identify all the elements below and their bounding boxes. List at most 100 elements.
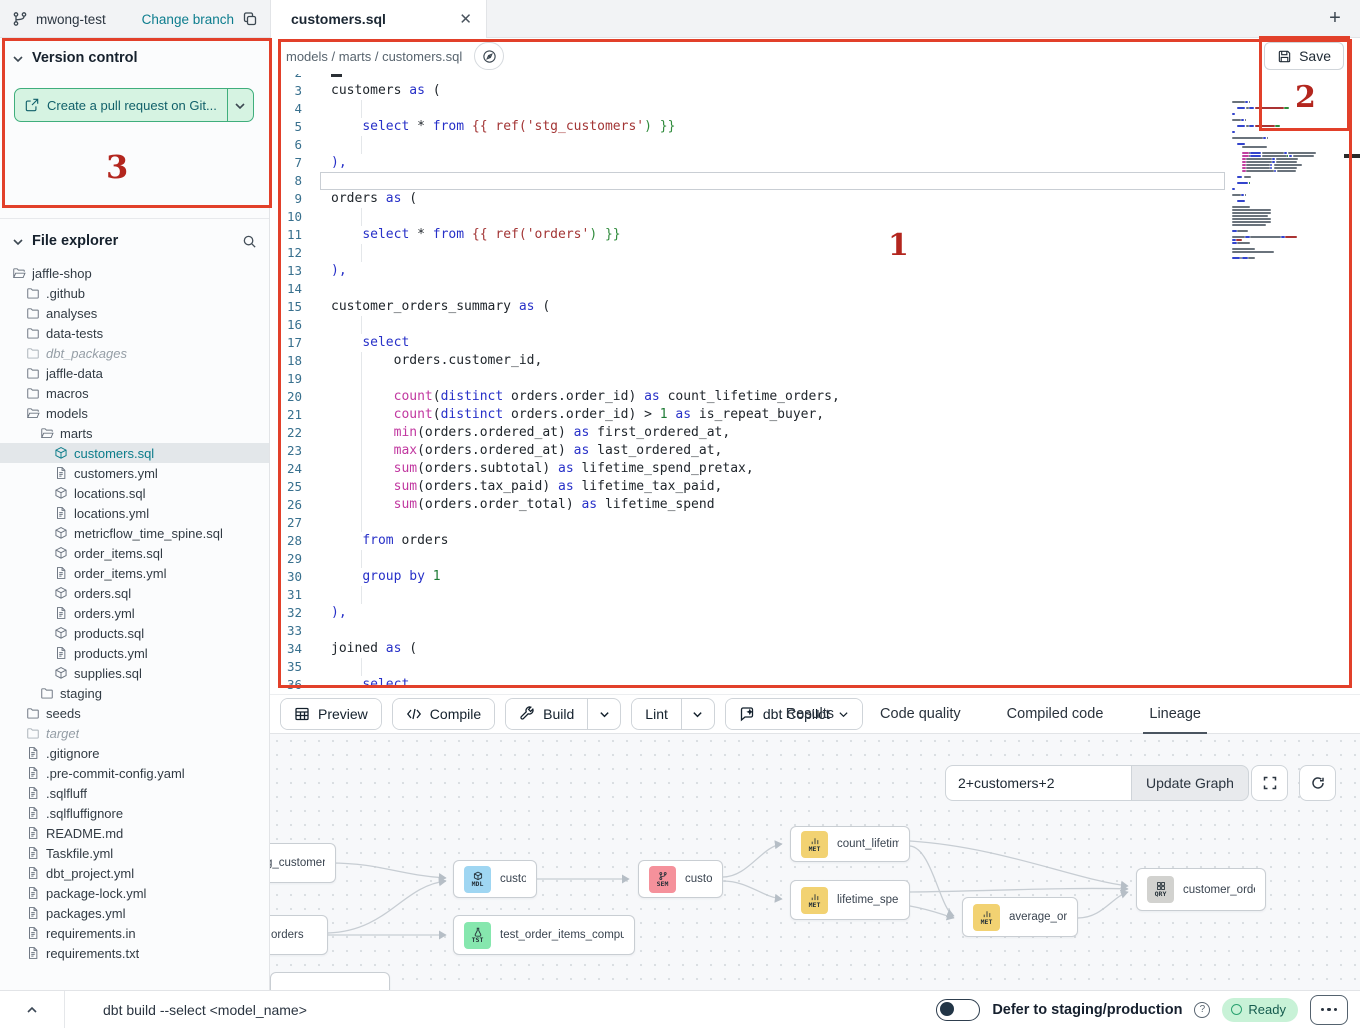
tree-item-target[interactable]: target [0, 723, 269, 743]
version-control-header[interactable]: Version control [0, 38, 269, 74]
code-line-2[interactable]: 2 [270, 74, 1360, 82]
tree-item--sqlfluff[interactable]: .sqlfluff [0, 783, 269, 803]
file-explorer-header[interactable]: File explorer [0, 219, 269, 257]
defer-toggle[interactable] [936, 999, 980, 1021]
code-line-17[interactable]: 17 select [270, 334, 1360, 352]
lineage-panel[interactable]: MDLstg_customers MDLorders MDLcustomers TST… [270, 734, 1360, 990]
tree-item-supplies-sql[interactable]: supplies.sql [0, 663, 269, 683]
tree-item-jaffle-shop[interactable]: jaffle-shop [0, 263, 269, 283]
tree-item-analyses[interactable]: analyses [0, 303, 269, 323]
code-line-9[interactable]: 9orders as ( [270, 190, 1360, 208]
tree-item-packages-yml[interactable]: packages.yml [0, 903, 269, 923]
tree-item--sqlfluffignore[interactable]: .sqlfluffignore [0, 803, 269, 823]
code-line-5[interactable]: 5 select * from {{ ref('stg_customers') … [270, 118, 1360, 136]
code-line-20[interactable]: 20 count(distinct orders.order_id) as co… [270, 388, 1360, 406]
tree-item-dbt-project-yml[interactable]: dbt_project.yml [0, 863, 269, 883]
code-line-14[interactable]: 14 [270, 280, 1360, 298]
more-options-button[interactable] [1310, 995, 1348, 1025]
code-line-31[interactable]: 31 [270, 586, 1360, 604]
code-line-30[interactable]: 30 group by 1 [270, 568, 1360, 586]
code-line-33[interactable]: 33 [270, 622, 1360, 640]
code-line-25[interactable]: 25 sum(orders.tax_paid) as lifetime_tax_… [270, 478, 1360, 496]
tree-item-metricflow-time-spine-sql[interactable]: metricflow_time_spine.sql [0, 523, 269, 543]
code-line-32[interactable]: 32), [270, 604, 1360, 622]
create-pull-request-main[interactable]: Create a pull request on Git... [15, 89, 228, 121]
code-line-18[interactable]: 18 orders.customer_id, [270, 352, 1360, 370]
code-line-21[interactable]: 21 count(distinct orders.order_id) > 1 a… [270, 406, 1360, 424]
tree-item-products-yml[interactable]: products.yml [0, 643, 269, 663]
tree-item-dbt-packages[interactable]: dbt_packages [0, 343, 269, 363]
code-line-15[interactable]: 15customer_orders_summary as ( [270, 298, 1360, 316]
code-line-13[interactable]: 13), [270, 262, 1360, 280]
lineage-selector-input[interactable] [945, 765, 1131, 801]
tree-item-jaffle-data[interactable]: jaffle-data [0, 363, 269, 383]
code-line-4[interactable]: 4 [270, 100, 1360, 118]
change-branch-link[interactable]: Change branch [142, 12, 234, 27]
code-line-3[interactable]: 3customers as ( [270, 82, 1360, 100]
code-line-23[interactable]: 23 max(orders.ordered_at) as last_ordere… [270, 442, 1360, 460]
tree-item-readme-md[interactable]: README.md [0, 823, 269, 843]
code-line-19[interactable]: 19 [270, 370, 1360, 388]
tree-item-models[interactable]: models [0, 403, 269, 423]
code-line-11[interactable]: 11 select * from {{ ref('orders') }} [270, 226, 1360, 244]
code-line-35[interactable]: 35 [270, 658, 1360, 676]
lineage-node-customers_mdl[interactable]: MDLcustomers [453, 860, 537, 898]
tree-item--github[interactable]: .github [0, 283, 269, 303]
code-line-22[interactable]: 22 min(orders.ordered_at) as first_order… [270, 424, 1360, 442]
code-line-29[interactable]: 29 [270, 550, 1360, 568]
tab-close-icon[interactable]: ✕ [459, 12, 472, 27]
tree-item-taskfile-yml[interactable]: Taskfile.yml [0, 843, 269, 863]
update-graph-button[interactable]: Update Graph [1131, 765, 1249, 801]
copy-icon[interactable] [242, 11, 258, 27]
search-icon[interactable] [242, 234, 257, 249]
tree-item-customers-yml[interactable]: customers.yml [0, 463, 269, 483]
tree-item-macros[interactable]: macros [0, 383, 269, 403]
build-button[interactable]: Build [506, 699, 587, 729]
tree-item-requirements-in[interactable]: requirements.in [0, 923, 269, 943]
tab-customers-sql[interactable]: customers.sql ✕ [270, 0, 487, 38]
code-line-27[interactable]: 27 [270, 514, 1360, 532]
code-line-28[interactable]: 28 from orders [270, 532, 1360, 550]
editor-pane[interactable]: models / marts / customers.sql Save 23cu… [270, 38, 1360, 694]
tree-item-order-items-yml[interactable]: order_items.yml [0, 563, 269, 583]
explore-docs-button[interactable] [474, 42, 504, 70]
lint-dropdown-caret[interactable] [682, 699, 714, 729]
tree-item-orders-yml[interactable]: orders.yml [0, 603, 269, 623]
lineage-node-orders_src[interactable]: MDLorders [270, 915, 328, 955]
tree-item-locations-sql[interactable]: locations.sql [0, 483, 269, 503]
code-line-12[interactable]: 12 [270, 244, 1360, 262]
code-line-10[interactable]: 10 [270, 208, 1360, 226]
fullscreen-button[interactable] [1251, 765, 1288, 801]
lineage-node-average_order_value[interactable]: METaverage_order_value [962, 897, 1078, 937]
code-line-36[interactable]: 36 select [270, 676, 1360, 694]
cli-command[interactable]: dbt build --select <model_name> [103, 1002, 307, 1018]
tree-item-locations-yml[interactable]: locations.yml [0, 503, 269, 523]
code-line-8[interactable]: 8 [270, 172, 1360, 190]
tab-results[interactable]: Results [780, 695, 840, 735]
tree-item-requirements-txt[interactable]: requirements.txt [0, 943, 269, 963]
lineage-node-partial_bottom[interactable] [270, 972, 390, 990]
compile-button[interactable]: Compile [392, 698, 495, 730]
code-line-24[interactable]: 24 sum(orders.subtotal) as lifetime_spen… [270, 460, 1360, 478]
save-button[interactable]: Save [1264, 42, 1344, 70]
chevron-up-icon[interactable] [24, 1002, 40, 1018]
lineage-node-customer_order_metrics[interactable]: QRYcustomer_order_metrics [1136, 868, 1266, 911]
lineage-node-lifetime_spend_pretax[interactable]: METlifetime_spend_pretax [790, 880, 910, 920]
lineage-node-count_lifetime_orders[interactable]: METcount_lifetime_orders [790, 826, 910, 862]
preview-button[interactable]: Preview [280, 698, 382, 730]
tree-item-customers-sql[interactable]: customers.sql [0, 443, 269, 463]
tree-item-orders-sql[interactable]: orders.sql [0, 583, 269, 603]
code-line-26[interactable]: 26 sum(orders.order_total) as lifetime_s… [270, 496, 1360, 514]
tab-code-quality[interactable]: Code quality [874, 695, 967, 735]
lineage-node-test_bools[interactable]: TSTtest_order_items_compute_to_bools... [453, 915, 635, 955]
refresh-button[interactable] [1299, 765, 1336, 801]
tree-item-data-tests[interactable]: data-tests [0, 323, 269, 343]
tree-item--gitignore[interactable]: .gitignore [0, 743, 269, 763]
code-line-16[interactable]: 16 [270, 316, 1360, 334]
lineage-node-stg_customers[interactable]: MDLstg_customers [270, 843, 336, 883]
lint-button[interactable]: Lint [632, 699, 681, 729]
tree-item-products-sql[interactable]: products.sql [0, 623, 269, 643]
tree-item-order-items-sql[interactable]: order_items.sql [0, 543, 269, 563]
new-tab-button[interactable]: + [1324, 8, 1346, 30]
help-icon[interactable]: ? [1194, 1002, 1210, 1018]
